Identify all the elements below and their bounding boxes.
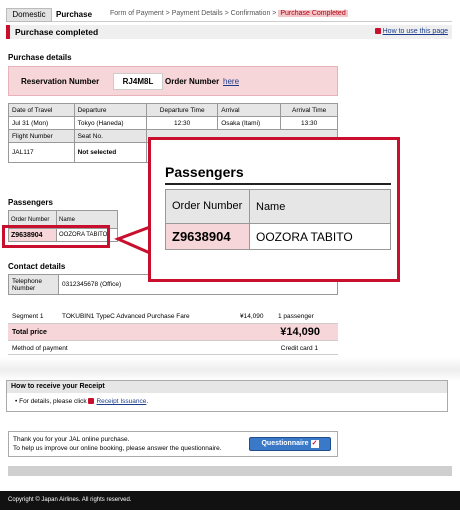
callout-order-number: Z9638904 [165,223,250,250]
receipt-heading: How to receive your Receipt [7,381,447,393]
reservation-number-value: RJ4M8L [113,73,163,90]
total-price-label: Total price [12,329,47,336]
callout-rule [165,183,391,185]
top-nav: Domestic Purchase Form of Payment > Paym… [6,8,452,22]
cell-arrival-time: 13:30 [280,116,338,130]
contact-details-heading: Contact details [8,262,66,271]
receipt-box: How to receive your Receipt • For detail… [6,380,448,412]
section-divider [0,357,460,381]
col-departure-time: Departure Time [146,103,219,117]
receipt-icon [88,398,95,404]
callout-table: Order Number Name Z9638904 OOZORA TABITO [165,189,391,250]
receipt-issuance-link[interactable]: Receipt Issuance [96,398,146,405]
questionnaire-button[interactable]: Questionnaire ✓ [249,437,331,451]
col-departure: Departure [73,103,148,117]
total-price-amount: ¥14,090 [280,326,320,338]
callout-header-row: Order Number Name [165,189,391,224]
gray-bar [8,466,452,476]
payment-method-label: Method of payment [12,345,68,352]
page-title-bar: Purchase completed How to use this page [6,25,452,39]
cell-departure-time: 12:30 [146,116,219,130]
help-link-label: How to use this page [382,28,448,35]
receipt-tail: . [146,398,149,405]
callout-passenger-row: Z9638904 OOZORA TABITO [165,223,391,250]
cell-date: Jul 31 (Mon) [8,116,75,130]
tab-purchase[interactable]: Purchase [56,8,92,21]
cell-flight-number: JAL117 [8,142,75,163]
total-price-bar: Total price ¥14,090 [8,323,338,341]
reservation-number-label: Reservation Number [21,77,100,86]
passengers-zoom-callout: Passengers Order Number Name Z9638904 OO… [148,137,400,282]
page-title: Purchase completed [15,27,99,37]
callout-col-order: Order Number [165,189,250,224]
purchase-details-box: Reservation Number RJ4M8L Order Number h… [8,66,338,96]
flight-row: Jul 31 (Mon) Tokyo (Haneda) 12:30 Osaka … [8,116,338,130]
step-payment-details: Payment Details [171,10,223,17]
payment-method-value: Credit card 1 [280,345,318,352]
help-icon [374,28,381,34]
receipt-text: For details, please click [19,398,87,405]
tab-domestic[interactable]: Domestic [6,8,52,22]
cell-seat: Not selected [73,142,148,163]
questionnaire-button-label: Questionnaire [261,440,309,447]
payment-method-row: Method of payment Credit card 1 [8,342,338,355]
help-link[interactable]: How to use this page [374,28,448,35]
highlight-frame [2,225,110,248]
callout-pointer [114,225,152,255]
segment-label: Segment 1 [12,313,44,320]
cell-arrival: Osaka (Itami) [217,116,282,130]
flight-header-row: Date of Travel Departure Departure Time … [8,103,338,117]
step-separator: > [224,10,229,17]
check-icon: ✓ [310,440,319,448]
step-purchase-completed: Purchase Completed [278,10,348,17]
footer: Copyright © Japan Airlines. All rights r… [0,491,460,510]
callout-title: Passengers [165,164,244,180]
title-accent-bar [6,25,10,39]
cell-departure: Tokyo (Haneda) [73,116,148,130]
passengers-heading: Passengers [8,198,53,207]
callout-col-name: Name [249,189,391,224]
step-breadcrumb: Form of Payment > Payment Details > Conf… [110,10,348,17]
fare-amount: ¥14,090 [240,313,264,320]
col-arrival: Arrival [217,103,282,117]
col-seat: Seat No. [73,129,148,143]
receipt-body: • For details, please click Receipt Issu… [15,398,149,405]
passenger-count: 1 passenger [278,313,314,320]
order-number-link[interactable]: here [223,77,239,86]
col-arrival-time: Arrival Time [280,103,338,117]
callout-name: OOZORA TABITO [249,223,391,250]
fare-name: TOKUBIN1 TypeC Advanced Purchase Fare [62,313,190,320]
purchase-details-heading: Purchase details [8,53,72,62]
step-separator: > [272,10,277,17]
copyright: Copyright © Japan Airlines. All rights r… [8,497,132,503]
order-number-label: Order Number [165,77,220,86]
col-flight-number: Flight Number [8,129,75,143]
col-date: Date of Travel [8,103,75,117]
fare-segment-row: Segment 1 TOKUBIN1 TypeC Advanced Purcha… [8,311,338,323]
step-confirmation: Confirmation [230,10,271,17]
telephone-label: Telephone Number [8,274,59,295]
step-separator: > [165,10,170,17]
step-form-of-payment: Form of Payment [110,10,164,17]
questionnaire-box: Thank you for your JAL online purchase. … [8,431,338,457]
